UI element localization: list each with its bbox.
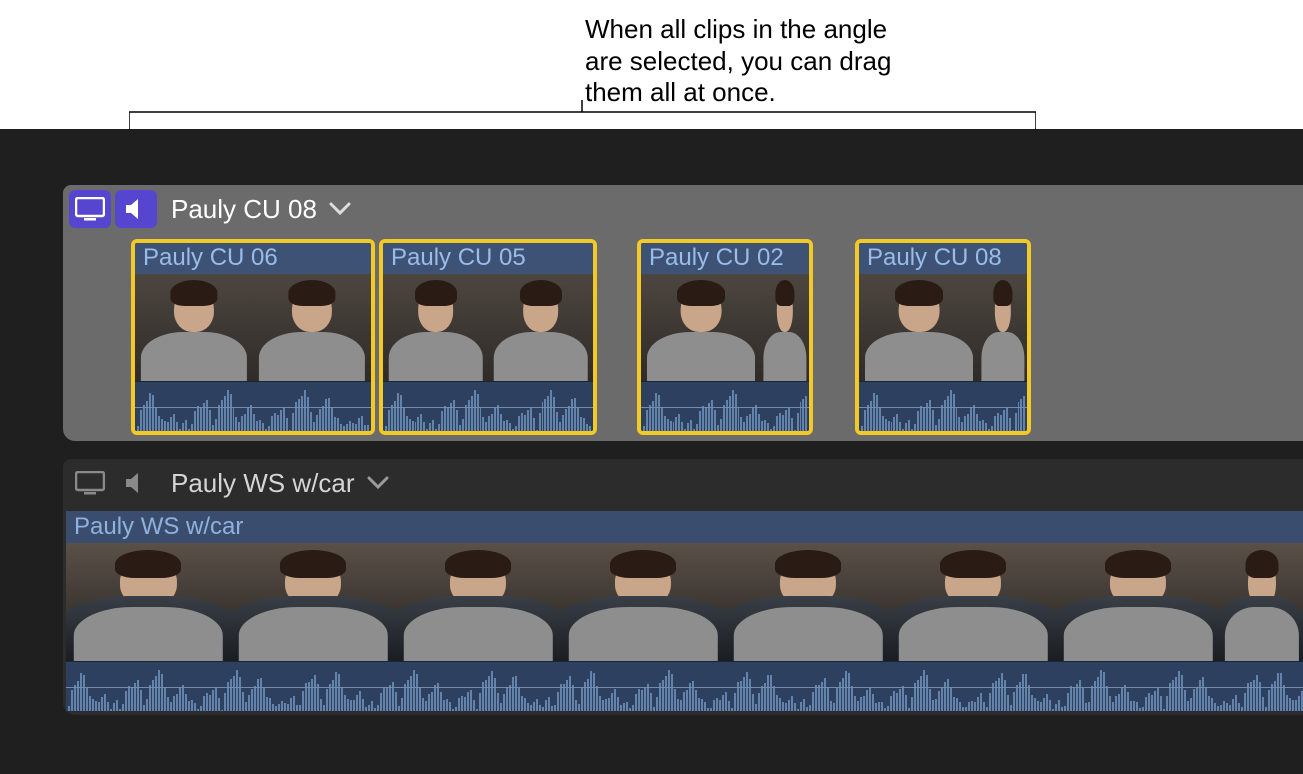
audio-monitoring-badge[interactable]: [115, 190, 157, 228]
chevron-down-icon[interactable]: [367, 476, 389, 490]
monitor-icon: [75, 471, 105, 495]
clip-label: Pauly CU 05: [383, 243, 593, 274]
clip-waveform: [859, 381, 1027, 431]
chevron-down-icon[interactable]: [329, 202, 351, 216]
clip-thumbnail: [859, 274, 1027, 381]
clip-label: Pauly CU 08: [859, 243, 1027, 274]
clip-thumbnail: [641, 274, 809, 381]
clip-label: Pauly WS w/car: [66, 511, 1303, 543]
callout-bracket: [129, 100, 1036, 130]
angle-track-2[interactable]: Pauly WS w/car: [63, 507, 1303, 715]
monitor-icon: [75, 197, 105, 221]
speaker-icon: [123, 196, 149, 222]
callout-line1: When all clips in the angle: [585, 14, 887, 44]
angle-row-1: Pauly CU 08 Pauly CU 06 Pauly CU 05: [63, 185, 1303, 441]
clip-waveform: [383, 381, 593, 431]
clip-thumbnail: [383, 274, 593, 381]
clip-label: Pauly CU 06: [135, 243, 371, 274]
clip-waveform: [66, 661, 1303, 711]
angle-editor: Pauly CU 08 Pauly CU 06 Pauly CU 05: [0, 129, 1303, 774]
speaker-icon: [123, 470, 149, 496]
clip-thumbnail: [135, 274, 371, 381]
callout-text: When all clips in the angle are selected…: [585, 14, 891, 109]
clip-waveform: [135, 381, 371, 431]
video-monitoring-badge[interactable]: [69, 190, 111, 228]
clip-selected[interactable]: Pauly CU 08: [855, 239, 1031, 435]
angle-row-2: Pauly WS w/car Pauly WS w/car: [63, 459, 1303, 715]
audio-monitoring-badge-inactive[interactable]: [115, 464, 157, 502]
angle-header-1[interactable]: Pauly CU 08: [63, 185, 1303, 233]
callout-area: When all clips in the angle are selected…: [0, 0, 1303, 129]
clip-selected[interactable]: Pauly CU 05: [379, 239, 597, 435]
clip-waveform: [641, 381, 809, 431]
video-monitoring-badge-inactive[interactable]: [69, 464, 111, 502]
clip-label: Pauly CU 02: [641, 243, 809, 274]
callout-line2: are selected, you can drag: [585, 46, 891, 76]
angle-title-2: Pauly WS w/car: [171, 468, 355, 499]
clip-selected[interactable]: Pauly CU 02: [637, 239, 813, 435]
angle-title-1: Pauly CU 08: [171, 194, 317, 225]
angle-header-2[interactable]: Pauly WS w/car: [63, 459, 1303, 507]
angle-track-1[interactable]: Pauly CU 06 Pauly CU 05 Pauly: [63, 233, 1303, 441]
clip-unselected[interactable]: Pauly WS w/car: [66, 511, 1303, 711]
clip-selected[interactable]: Pauly CU 06: [131, 239, 375, 435]
clip-filmstrip: [66, 543, 1303, 661]
